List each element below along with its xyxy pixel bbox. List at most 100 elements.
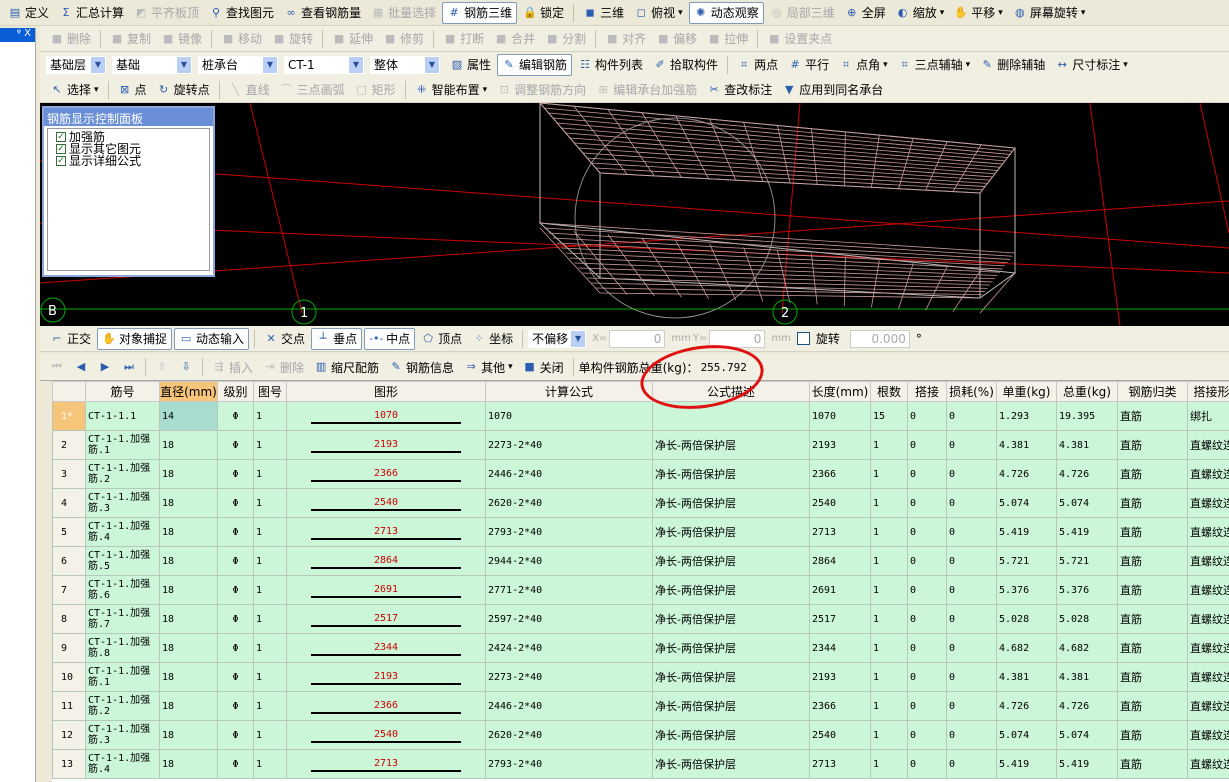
- cell-4[interactable]: 1: [253, 459, 287, 489]
- checkbox-checked[interactable]: ✓: [56, 132, 66, 142]
- cell-10[interactable]: 0: [907, 546, 947, 576]
- toolbar-button[interactable]: ⌗ 点角 ▾: [835, 54, 892, 76]
- cell-5[interactable]: 2193: [286, 430, 486, 460]
- toolbar-button[interactable]: ▤ 定义: [4, 2, 53, 24]
- checkbox-checked[interactable]: ✓: [56, 156, 66, 166]
- cell-8[interactable]: 2366: [809, 459, 871, 489]
- cell-5[interactable]: 2540: [286, 488, 486, 518]
- cell-12[interactable]: 4.726: [996, 691, 1057, 721]
- toolbar-button[interactable]: Σ 汇总计算: [55, 2, 128, 24]
- column-header[interactable]: 图号: [253, 381, 287, 402]
- cell-11[interactable]: 0: [946, 575, 997, 605]
- table-row[interactable]: 4 CT-1-1.加强筋.3 18 Φ 1 2540 2620-2*40 净长-两倍保护层 25…: [52, 488, 1229, 518]
- cell-4[interactable]: 1: [253, 430, 287, 460]
- cell-3[interactable]: Φ: [217, 691, 254, 721]
- cell-1[interactable]: CT-1-1.加强筋.4: [85, 517, 160, 547]
- column-header[interactable]: 钢筋归类: [1117, 381, 1188, 402]
- cell-15[interactable]: 直螺纹连接: [1187, 430, 1229, 460]
- cell-14[interactable]: 直筋: [1117, 430, 1188, 460]
- cell-1[interactable]: CT-1-1.加强筋.8: [85, 633, 160, 663]
- column-header[interactable]: [52, 381, 86, 402]
- toolbar-button[interactable]: ■ 拉伸: [703, 28, 752, 50]
- cell-0[interactable]: 8: [52, 604, 86, 634]
- cell-10[interactable]: 0: [907, 604, 947, 634]
- table-row[interactable]: 10 CT-1-1.加强筋.1 18 Φ 1 2193 2273-2*40 净长-两倍保护层 2…: [52, 662, 1229, 692]
- cell-11[interactable]: 0: [946, 430, 997, 460]
- cell-15[interactable]: 直螺纹连接: [1187, 517, 1229, 547]
- cell-12[interactable]: 5.721: [996, 546, 1057, 576]
- toolbar-button[interactable]: ▧ 属性: [446, 54, 495, 76]
- cell-0[interactable]: 9: [52, 633, 86, 663]
- toolbar-button[interactable]: ■ 合并: [490, 28, 539, 50]
- cell-4[interactable]: 1: [253, 517, 287, 547]
- cell-15[interactable]: 直螺纹连接: [1187, 604, 1229, 634]
- cell-2[interactable]: 18: [159, 720, 218, 750]
- toolbar-button[interactable]: ◍ 屏幕旋转 ▾: [1009, 2, 1090, 24]
- toolbar-button[interactable]: ⌐ 正交: [46, 328, 95, 350]
- select-1[interactable]: 基础 ▼: [112, 55, 192, 74]
- cell-12[interactable]: 5.074: [996, 720, 1057, 750]
- toolbar-button[interactable]: ✋ 平移 ▾: [950, 2, 1007, 24]
- cell-5[interactable]: 1070: [286, 401, 486, 431]
- cell-0[interactable]: 13: [52, 749, 86, 779]
- cell-3[interactable]: Φ: [217, 401, 254, 431]
- cell-6[interactable]: 2771-2*40: [485, 575, 653, 605]
- toolbar-button[interactable]: ◐ 缩放 ▾: [892, 2, 949, 24]
- cell-1[interactable]: CT-1-1.加强筋.5: [85, 546, 160, 576]
- cell-11[interactable]: 0: [946, 488, 997, 518]
- cell-13[interactable]: 5.028: [1056, 604, 1118, 634]
- cell-0[interactable]: 5: [52, 517, 86, 547]
- toolbar-button[interactable]: ⊕ 全屏: [841, 2, 890, 24]
- cell-9[interactable]: 1: [870, 575, 908, 605]
- toolbar-button[interactable]: ⁜ 智能布置 ▾: [411, 79, 492, 101]
- cell-12[interactable]: 1.293: [996, 401, 1057, 431]
- toolbar-button[interactable]: ◼ 三维: [579, 2, 628, 24]
- cell-12[interactable]: 5.028: [996, 604, 1057, 634]
- cell-6[interactable]: 2944-2*40: [485, 546, 653, 576]
- cell-6[interactable]: 2793-2*40: [485, 749, 653, 779]
- cell-5[interactable]: 2344: [286, 633, 486, 663]
- cell-15[interactable]: 直螺纹连接: [1187, 691, 1229, 721]
- cell-5[interactable]: 2517: [286, 604, 486, 634]
- toolbar-button[interactable]: ■ 偏移: [652, 28, 701, 50]
- cell-7[interactable]: [652, 401, 810, 431]
- cell-1[interactable]: CT-1-1.加强筋.2: [85, 691, 160, 721]
- offset-select[interactable]: 不偏移 ▼: [528, 329, 587, 348]
- cell-12[interactable]: 5.419: [996, 517, 1057, 547]
- cell-14[interactable]: 直筋: [1117, 546, 1188, 576]
- toolbar-button[interactable]: ↻ 旋转点: [153, 79, 214, 101]
- cell-8[interactable]: 2713: [809, 517, 871, 547]
- cell-11[interactable]: 0: [946, 691, 997, 721]
- cell-2[interactable]: 18: [159, 604, 218, 634]
- column-header[interactable]: 搭接: [907, 381, 947, 402]
- cell-8[interactable]: 2864: [809, 546, 871, 576]
- cell-13[interactable]: 19.395: [1056, 401, 1118, 431]
- toolbar-button[interactable]: ✕ 交点: [260, 328, 309, 350]
- toolbar-button[interactable]: ▼ 应用到同名承台: [778, 79, 887, 101]
- cell-4[interactable]: 1: [253, 575, 287, 605]
- toolbar-button[interactable]: ■ 移动: [217, 28, 266, 50]
- cell-6[interactable]: 2424-2*40: [485, 633, 653, 663]
- y-input[interactable]: 0: [709, 329, 766, 348]
- cell-9[interactable]: 1: [870, 720, 908, 750]
- cell-9[interactable]: 1: [870, 488, 908, 518]
- toolbar-button[interactable]: # 钢筋三维: [442, 1, 518, 24]
- x-input[interactable]: 0: [609, 329, 666, 348]
- cell-0[interactable]: 11: [52, 691, 86, 721]
- table-row[interactable]: 8 CT-1-1.加强筋.7 18 Φ 1 2517 2597-2*40 净长-两倍保护层 25…: [52, 604, 1229, 634]
- cell-7[interactable]: 净长-两倍保护层: [652, 662, 810, 692]
- cell-9[interactable]: 1: [870, 691, 908, 721]
- cell-14[interactable]: 直筋: [1117, 459, 1188, 489]
- cell-9[interactable]: 1: [870, 459, 908, 489]
- cell-8[interactable]: 2540: [809, 720, 871, 750]
- cell-3[interactable]: Φ: [217, 749, 254, 779]
- table-row[interactable]: 7 CT-1-1.加强筋.6 18 Φ 1 2691 2771-2*40 净长-两倍保护层 26…: [52, 575, 1229, 605]
- toolbar-button[interactable]: ✂ 查改标注: [703, 79, 776, 101]
- cell-14[interactable]: 直筋: [1117, 749, 1188, 779]
- toolbar-button[interactable]: ✋ 对象捕捉: [97, 327, 173, 350]
- cell-9[interactable]: 1: [870, 517, 908, 547]
- toolbar-button[interactable]: ■ 修剪: [379, 28, 428, 50]
- cell-9[interactable]: 15: [870, 401, 908, 431]
- cell-14[interactable]: 直筋: [1117, 633, 1188, 663]
- cell-11[interactable]: 0: [946, 749, 997, 779]
